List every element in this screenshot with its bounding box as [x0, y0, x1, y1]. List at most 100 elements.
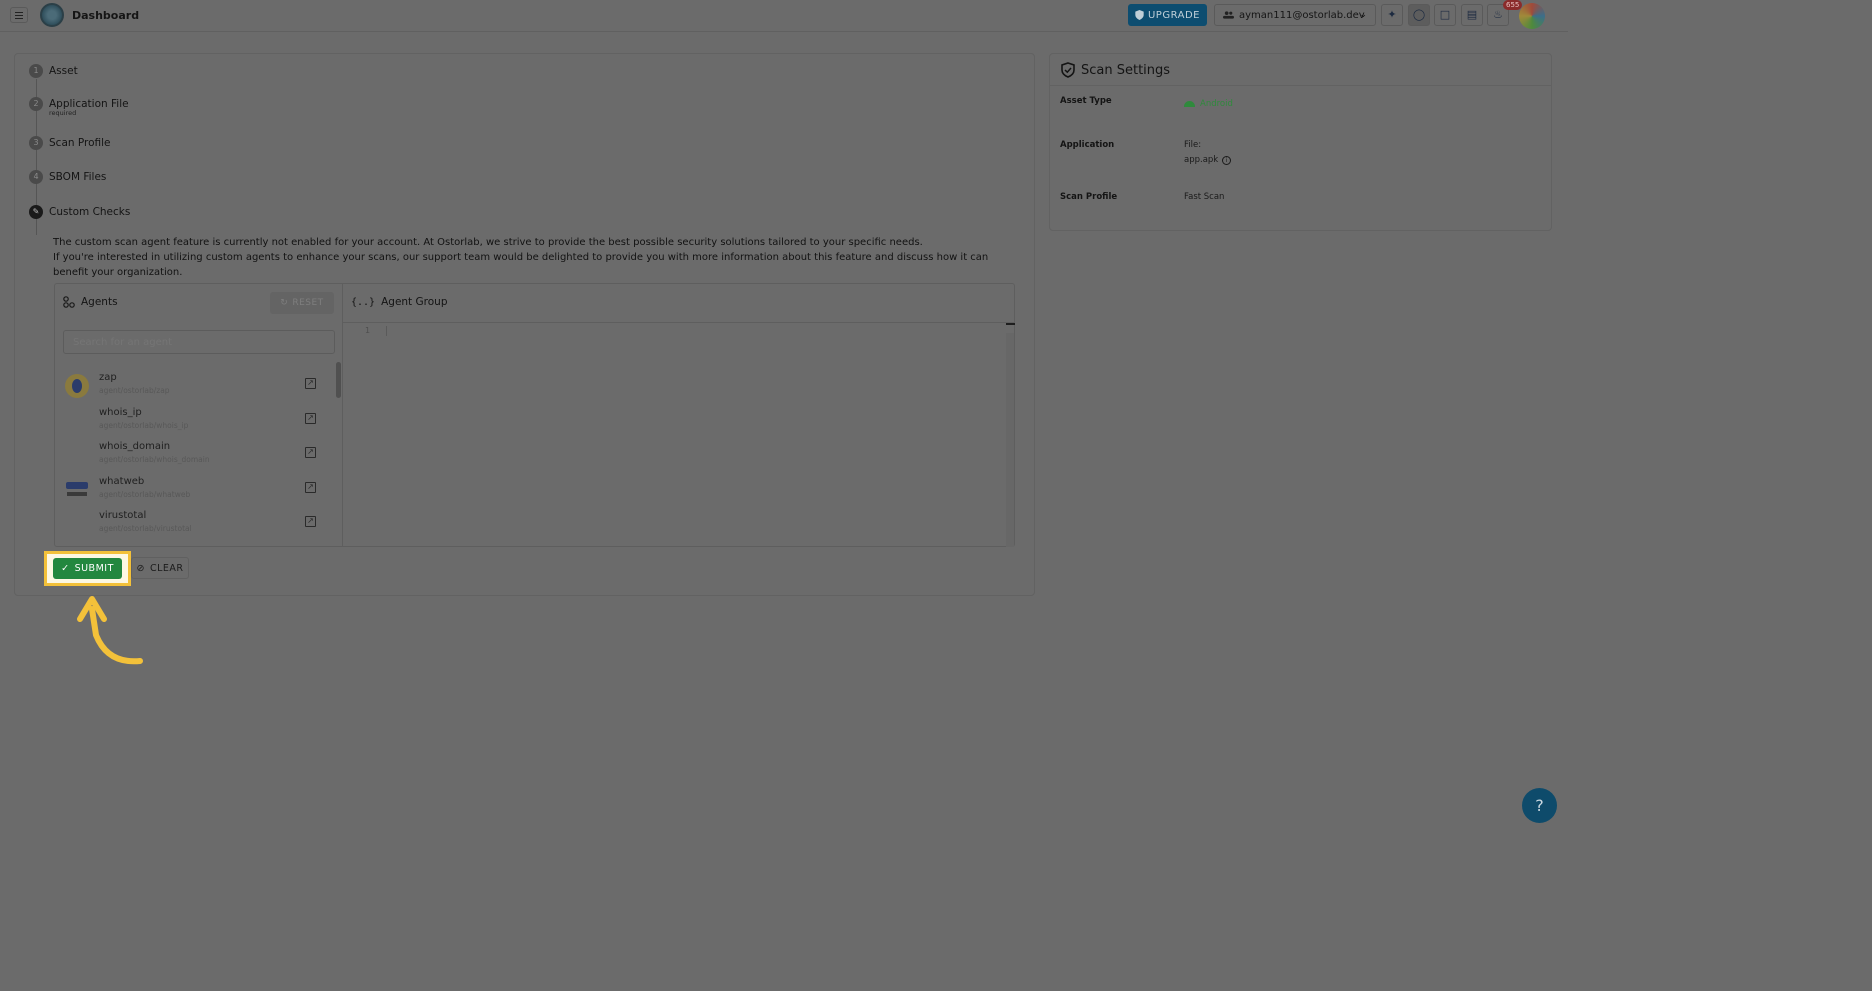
application-file: app.apk i — [1184, 155, 1232, 165]
editor-scrollbar[interactable] — [1006, 333, 1014, 547]
whatweb-logo-icon — [65, 478, 89, 502]
agent-name: zap — [99, 372, 117, 383]
zap-logo-icon — [65, 374, 89, 398]
agent-name: whois_domain — [99, 441, 171, 452]
step-label: Asset — [49, 65, 78, 77]
edit-icon: ✎ — [29, 205, 43, 219]
message-line: If you're interested in utilizing custom… — [53, 252, 989, 278]
external-link-icon[interactable]: ↗ — [305, 482, 316, 493]
step-number: 1 — [29, 64, 43, 78]
avatar[interactable] — [1519, 3, 1545, 29]
agent-key: agent/ostorlab/whois_domain — [99, 455, 210, 464]
agent-key: agent/ostorlab/whatweb — [99, 490, 191, 499]
account-selector[interactable]: ayman111@ostorlab.dev ⌄ — [1214, 4, 1376, 26]
agent-key: agent/ostorlab/zap — [99, 386, 170, 395]
asset-type-value: Android — [1184, 99, 1233, 109]
asset-type-text: Android — [1200, 99, 1233, 109]
agent-key: agent/ostorlab/whois_ip — [99, 421, 189, 430]
ticket-icon[interactable]: ▤ — [1461, 4, 1483, 26]
users-icon — [1223, 11, 1234, 19]
shield-outline-icon[interactable]: □ — [1434, 4, 1456, 26]
agent-key: agent/ostorlab/virustotal — [99, 524, 192, 533]
chevron-down-icon: ⌄ — [1359, 10, 1367, 20]
agent-group-editor[interactable]: 1 — [343, 322, 1015, 547]
agents-icon — [63, 296, 75, 308]
check-icon: ✓ — [61, 563, 70, 574]
submit-button[interactable]: ✓ SUBMIT — [53, 558, 122, 579]
clear-button[interactable]: ⊘ CLEAR — [131, 557, 189, 579]
agent-name: whois_ip — [99, 407, 142, 418]
account-email: ayman111@ostorlab.dev — [1239, 9, 1365, 21]
list-item[interactable]: whois_domain agent/ostorlab/whois_domain… — [63, 439, 323, 473]
ostorlab-logo[interactable] — [40, 3, 64, 27]
submit-highlight: ✓ SUBMIT — [44, 551, 131, 586]
scan-profile-label: Scan Profile — [1060, 192, 1118, 202]
agents-column: Agents ↻ RESET zap agent/ostorlab/zap ↗ … — [55, 284, 343, 546]
agents-title: Agents — [81, 296, 118, 308]
editor-cursor — [386, 326, 387, 336]
braces-icon: {..} — [351, 296, 376, 308]
scan-settings-panel: Scan Settings Asset Type Android Applica… — [1049, 53, 1552, 231]
help-button[interactable]: ? — [1522, 788, 1557, 823]
step-sbom-files[interactable]: 4 SBOM Files — [29, 170, 106, 184]
reset-button[interactable]: ↻ RESET — [270, 292, 334, 314]
editor-ruler — [1006, 323, 1015, 325]
scan-settings-title: Scan Settings — [1081, 62, 1171, 78]
application-file-label: File: — [1184, 140, 1202, 150]
step-label: Custom Checks — [49, 206, 131, 218]
reset-label: RESET — [292, 298, 324, 308]
application-label: Application — [1060, 140, 1115, 150]
step-number: 4 — [29, 170, 43, 184]
scan-settings-header: Scan Settings — [1061, 62, 1170, 78]
step-application-file[interactable]: 2 Application File required — [29, 97, 129, 117]
ai-sparkle-icon[interactable]: ✦ — [1381, 4, 1403, 26]
block-icon: ⊘ — [136, 562, 145, 574]
list-item[interactable]: whatweb agent/ostorlab/whatweb ↗ — [63, 474, 323, 508]
scan-icon[interactable]: ◯ — [1408, 4, 1430, 26]
external-link-icon[interactable]: ↗ — [305, 447, 316, 458]
scan-stepper-panel: 1 Asset 2 Application File required 3 Sc… — [14, 53, 1035, 596]
message-line: The custom scan agent feature is current… — [53, 237, 923, 248]
agent-group-column: {..} Agent Group 1 — [343, 284, 1015, 547]
notification-badge: 655 — [1503, 0, 1523, 10]
agents-scrollbar[interactable] — [336, 362, 341, 398]
line-number: 1 — [365, 326, 371, 335]
feature-disabled-message: The custom scan agent feature is current… — [53, 235, 993, 280]
step-asset[interactable]: 1 Asset — [29, 64, 78, 78]
divider — [1050, 85, 1551, 86]
top-bar: Dashboard UPGRADE ayman111@ostorlab.dev … — [0, 0, 1568, 32]
agent-name: virustotal — [99, 510, 147, 521]
upgrade-label: UPGRADE — [1147, 9, 1200, 21]
upgrade-button[interactable]: UPGRADE — [1128, 4, 1207, 26]
application-file-value: app.apk — [1184, 155, 1219, 165]
android-icon — [1184, 101, 1195, 107]
refresh-icon: ↻ — [280, 298, 289, 308]
step-label: Scan Profile — [49, 137, 111, 149]
list-item[interactable]: virustotal agent/ostorlab/virustotal ↗ — [63, 508, 323, 542]
external-link-icon[interactable]: ↗ — [305, 413, 316, 424]
step-custom-checks[interactable]: ✎ Custom Checks — [29, 205, 130, 219]
list-item[interactable]: whois_ip agent/ostorlab/whois_ip ↗ — [63, 405, 323, 439]
page-title: Dashboard — [72, 9, 140, 22]
menu-icon[interactable] — [10, 7, 28, 23]
scan-profile-value: Fast Scan — [1184, 192, 1225, 202]
step-scan-profile[interactable]: 3 Scan Profile — [29, 136, 111, 150]
step-number: 3 — [29, 136, 43, 150]
custom-agents-box: Agents ↻ RESET zap agent/ostorlab/zap ↗ … — [54, 283, 1015, 547]
pointer-arrow-icon — [77, 596, 143, 665]
step-sublabel: required — [49, 109, 77, 117]
shield-icon — [1135, 10, 1144, 20]
info-icon[interactable]: i — [1222, 155, 1232, 165]
agent-group-title: Agent Group — [381, 296, 448, 308]
agents-header: Agents — [63, 296, 118, 308]
submit-label: SUBMIT — [74, 563, 114, 574]
clear-label: CLEAR — [149, 562, 184, 574]
external-link-icon[interactable]: ↗ — [305, 378, 316, 389]
agent-name: whatweb — [99, 476, 145, 487]
external-link-icon[interactable]: ↗ — [305, 516, 316, 527]
list-item[interactable]: zap agent/ostorlab/zap ↗ — [63, 370, 323, 404]
agent-search-input[interactable] — [63, 330, 335, 354]
agent-group-header: {..} Agent Group — [351, 296, 447, 308]
step-number: 2 — [29, 97, 43, 111]
asset-type-label: Asset Type — [1060, 96, 1112, 106]
